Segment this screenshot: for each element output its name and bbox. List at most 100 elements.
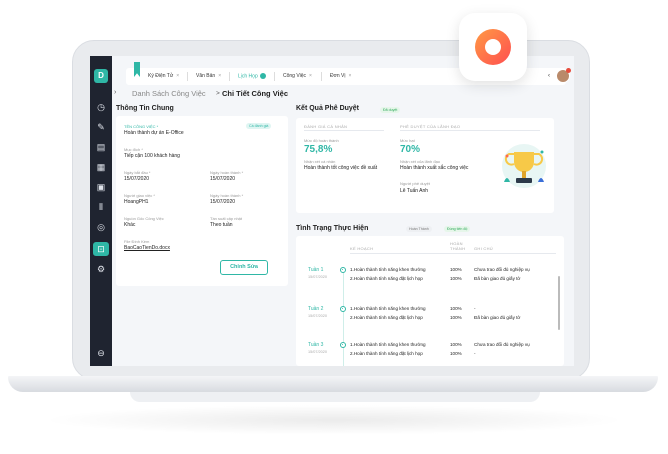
target-icon[interactable]: ◎ [96, 222, 106, 232]
approver-value: Lê Tuấn Anh [400, 188, 429, 194]
laptop-base [8, 376, 658, 392]
ring-logo-icon [475, 29, 511, 65]
leader-comment: Hoàn thành xuất sắc công việc [400, 165, 469, 171]
header-divider [304, 130, 384, 131]
self-eval-header: ĐÁNH GIÁ CÁ NHÂN [304, 124, 348, 129]
edit-button[interactable]: Chỉnh Sửa [220, 260, 268, 275]
done-value: 100% [450, 306, 462, 311]
tab-label: Lịch Họp [238, 73, 258, 80]
progress-schedule-badge: Đúng tiến độ [444, 226, 471, 232]
self-level-label: Mức độ hoàn thành [304, 138, 339, 143]
note-value: Đã bàn giao đủ giấy tờ [474, 315, 521, 320]
tab-ky-dien-tu[interactable]: Ký Điện Tử × [148, 73, 179, 79]
tab-cong-viec[interactable]: Công Việc × [283, 73, 312, 79]
tab-divider [321, 72, 322, 81]
progress-panel: KẾ HOẠCH HOÀN THÀNH GHI CHÚ Tuần 1 15/07… [296, 236, 564, 366]
week-label: Tuần 1 [308, 267, 324, 273]
close-icon[interactable]: × [349, 73, 352, 79]
stage: D ◷ ✎ ▤ ▦ ▣ ⦀ ◎ ⊡ ⚙ ⊖ › Ký Điện Tử × Văn … [0, 0, 668, 454]
notification-badge [566, 68, 571, 73]
self-comment-label: Nhận xét cá nhân [304, 159, 336, 164]
self-level-value: 75,8% [304, 144, 333, 155]
breadcrumb-previous[interactable]: Danh Sách Công Việc [132, 89, 206, 98]
self-comment: Hoàn thành tốt công việc đề xuất [304, 165, 378, 171]
done-date-label: Ngày hoàn thành * [210, 193, 244, 198]
calendar-icon[interactable]: ▦ [96, 162, 106, 172]
settings-icon[interactable]: ⚙ [96, 264, 106, 274]
approval-panel: ĐÁNH GIÁ CÁ NHÂN PHÊ DUYỆT CỦA LÃNH ĐẠO … [296, 118, 554, 213]
plan-item: 2.Hoàn thành tính năng đặt lịch họp [350, 276, 423, 281]
progress-status-badge: Hoàn Thành [406, 226, 432, 232]
general-info-title: Thông Tin Chung [116, 105, 174, 112]
done-value: 100% [450, 267, 462, 272]
clock-icon[interactable]: ◷ [96, 102, 106, 112]
week-date: 15/07/2020 [308, 275, 328, 279]
leader-approval-header: PHÊ DUYỆT CỦA LÃNH ĐẠO [400, 124, 461, 129]
timeline-node-icon [340, 342, 346, 348]
goal-label: Mục đích * [124, 147, 143, 152]
tab-lich-hop[interactable]: Lịch Họp [238, 73, 266, 79]
grid-icon[interactable]: ▣ [96, 182, 106, 192]
frequency-label: Tần suất cập nhật [210, 216, 243, 221]
breadcrumb-current: Chi Tiết Công Việc [222, 89, 288, 98]
timeline-node-icon [340, 267, 346, 273]
source-label: Nguồn Gốc Công Việc [124, 216, 164, 221]
app-icon [459, 13, 527, 81]
week-label: Tuần 3 [308, 342, 324, 348]
note-value: Đã bàn giao đủ giấy tờ [474, 276, 521, 281]
source-value: Khác [124, 222, 136, 228]
columns-icon[interactable]: ⦀ [96, 202, 106, 212]
due-date: 15/07/2020 [210, 176, 236, 182]
logout-icon[interactable]: ⊖ [96, 348, 106, 358]
status-badge: Cá đánh giá [246, 123, 272, 129]
attachment-label: File Đính Kèm [124, 239, 150, 244]
table-header-divider [350, 253, 556, 254]
plan-item: 1.Hoàn thành tính năng khen thưởng [350, 267, 426, 272]
col-plan-header: KẾ HOẠCH [350, 246, 374, 251]
week-date: 15/07/2020 [308, 350, 328, 354]
document-icon[interactable]: ▤ [96, 142, 106, 152]
scrollbar[interactable] [558, 276, 560, 330]
plan-item: 2.Hoàn thành tính năng đặt lịch họp [350, 351, 423, 356]
tab-don-vi[interactable]: Đơn Vị × [330, 73, 351, 79]
active-tab-close-icon[interactable] [259, 73, 266, 79]
done-value: 100% [450, 351, 462, 356]
col-note-header: GHI CHÚ [474, 246, 493, 251]
tab-label: Văn Bản [196, 73, 216, 79]
assigner-label: Người giao việc * [124, 193, 155, 198]
chevron-left-icon[interactable]: ‹ [548, 73, 550, 79]
close-icon[interactable]: × [176, 73, 179, 79]
app-logo[interactable]: D [94, 69, 108, 83]
approver-label: Người phê duyệt [400, 181, 430, 186]
done-value: 100% [450, 276, 462, 281]
leader-level-label: Mức hạt [400, 138, 415, 143]
start-date-label: Ngày bắt đầu * [124, 170, 151, 175]
note-value: - [474, 351, 476, 356]
edit-icon[interactable]: ✎ [96, 122, 106, 132]
laptop-shadow [40, 405, 628, 435]
close-icon[interactable]: × [309, 73, 312, 79]
tab-label: Ký Điện Tử [148, 73, 174, 79]
frequency-value: Theo tuần [210, 222, 233, 228]
timeline-line [343, 270, 344, 366]
week-date: 15/07/2020 [308, 314, 328, 318]
tab-van-ban[interactable]: Văn Bản × [196, 73, 221, 79]
goal-value: Tiếp cận 100 khách hàng [124, 153, 180, 159]
plan-item: 1.Hoàn thành tính năng khen thưởng [350, 306, 426, 311]
expand-sidebar-icon[interactable]: › [114, 89, 116, 96]
tab-divider [187, 72, 188, 81]
briefcase-icon[interactable]: ⊡ [96, 244, 106, 254]
note-value: Chưa trao đổi đủ nghiệp vụ [474, 342, 530, 347]
leader-level-value: 70% [400, 144, 421, 155]
breadcrumb-separator: > [216, 90, 220, 97]
done-value: 100% [450, 342, 462, 347]
week-label: Tuần 2 [308, 306, 324, 312]
app-screen: D ◷ ✎ ▤ ▦ ▣ ⦀ ◎ ⊡ ⚙ ⊖ › Ký Điện Tử × Văn … [90, 56, 574, 366]
done-date: 15/07/2020 [210, 199, 236, 205]
trophy-icon [502, 144, 546, 188]
attachment-link[interactable]: BaoCaoTienDo.docx [124, 245, 170, 251]
due-date-label: Ngày hoàn thành * [210, 170, 244, 175]
general-info-panel: TÊN CÔNG VIỆC * Cá đánh giá Hoàn thành d… [116, 116, 288, 286]
close-icon[interactable]: × [218, 73, 221, 79]
done-value: 100% [450, 315, 462, 320]
